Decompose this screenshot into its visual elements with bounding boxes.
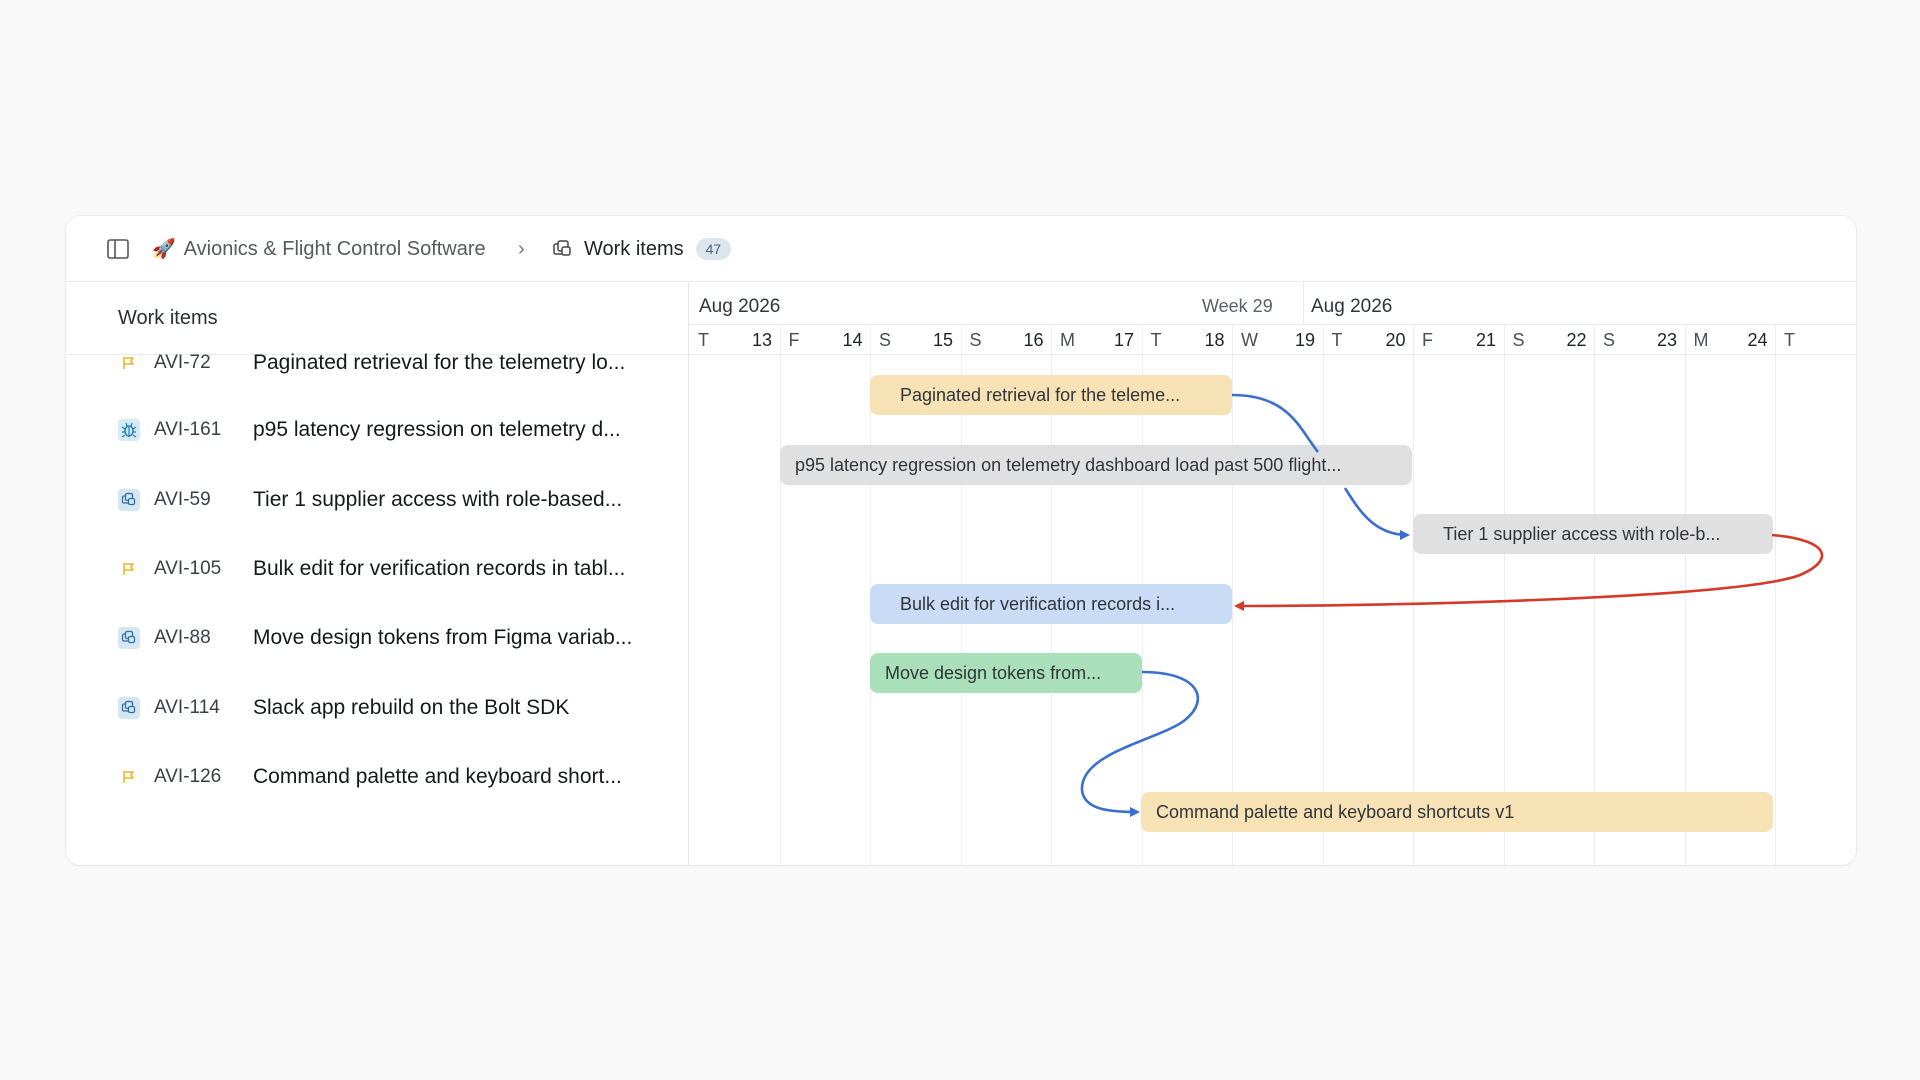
work-item-title: Tier 1 supplier access with role-based..… [253, 487, 623, 511]
day-number: 14 [842, 330, 863, 350]
work-item-title: Paginated retrieval for the telemetry lo… [253, 350, 626, 374]
work-item-id: AVI-59 [154, 488, 211, 510]
current-page-label: Work items [584, 237, 684, 260]
work-item-title: Move design tokens from Figma variab... [253, 625, 633, 649]
day-gridline [1322, 324, 1324, 865]
week-separator [1303, 282, 1304, 324]
day-gridline [1413, 324, 1414, 865]
day-letter: W [1241, 330, 1258, 350]
day-number: 20 [1385, 330, 1406, 350]
work-item-title: Bulk edit for verification records in ta… [253, 556, 626, 580]
day-number: 24 [1747, 330, 1768, 350]
day-gridline [1503, 324, 1505, 865]
work-item-row[interactable]: AVI-126 Command palette and keyboard shor… [66, 742, 688, 811]
work-item-id: AVI-72 [154, 351, 211, 373]
day-letter: T [1150, 330, 1162, 350]
work-item-title: Command palette and keyboard short... [253, 764, 622, 788]
gantt-bar[interactable]: p95 latency regression on telemetry dash… [780, 445, 1412, 485]
day-gridline [779, 324, 781, 865]
work-item-id: AVI-88 [154, 626, 211, 648]
work-item-title: Slack app rebuild on the Bolt SDK [253, 695, 570, 719]
breadcrumb-current[interactable]: Work items 47 [552, 216, 732, 282]
header-rule [689, 324, 1856, 325]
work-item-id: AVI-126 [154, 765, 222, 787]
gantt-bar[interactable]: Move design tokens from... [870, 653, 1142, 693]
gantt-bar[interactable]: Tier 1 supplier access with role-b... [1413, 514, 1773, 554]
layers-icon [118, 488, 140, 511]
day-number: 22 [1566, 330, 1587, 350]
day-letter: T [1784, 330, 1795, 350]
layers-icon [118, 696, 140, 719]
day-letter: F [788, 330, 800, 350]
gantt-bar[interactable]: Paginated retrieval for the teleme... [870, 375, 1232, 415]
day-letter: S [1512, 330, 1525, 350]
day-gridline [1232, 324, 1233, 865]
day-letter: M [1060, 330, 1075, 350]
day-number: 19 [1294, 330, 1315, 350]
day-number: 13 [751, 330, 772, 350]
day-number: 16 [1023, 330, 1044, 350]
day-gridline [1775, 324, 1776, 865]
flag-icon [118, 558, 140, 580]
day-number: 21 [1475, 330, 1496, 350]
header-rule [689, 354, 1856, 355]
day-gridline [1594, 324, 1595, 865]
gantt-card: 🚀 Avionics & Flight Control Software › W… [66, 216, 1856, 865]
work-item-id: AVI-114 [154, 696, 220, 718]
bug-icon [118, 418, 140, 441]
layers-icon [552, 239, 574, 259]
month-label-left: Aug 2026 [699, 296, 781, 317]
rocket-icon: 🚀 [152, 239, 176, 260]
day-letter: F [1422, 330, 1433, 350]
count-badge: 47 [695, 238, 732, 260]
day-letter: T [698, 330, 709, 350]
gantt-bar[interactable]: Command palette and keyboard shortcuts v… [1141, 792, 1773, 832]
layers-icon [118, 626, 140, 649]
month-label-right: Aug 2026 [1311, 296, 1393, 317]
day-number: 23 [1656, 330, 1677, 350]
day-number: 15 [932, 330, 953, 350]
work-item-title: p95 latency regression on telemetry d... [253, 417, 621, 441]
work-item-row[interactable]: AVI-105 Bulk edit for verification record… [66, 534, 688, 603]
list-header-label: Work items [118, 307, 218, 329]
work-item-row[interactable]: AVI-114 Slack app rebuild on the Bolt SDK [66, 673, 688, 742]
week-label: Week 29 [1202, 296, 1273, 316]
day-number: 18 [1204, 330, 1225, 350]
timeline: Aug 2026 Week 29 Aug 2026 T 13 F 14 S 15 S 16 M 1… [689, 282, 1856, 865]
top-bar: 🚀 Avionics & Flight Control Software › W… [66, 216, 1856, 282]
day-number: 17 [1113, 330, 1134, 350]
work-item-id: AVI-161 [154, 418, 222, 440]
flag-icon [118, 766, 140, 788]
gantt-bar[interactable]: Bulk edit for verification records i... [870, 584, 1232, 624]
day-gridline [1684, 324, 1686, 865]
day-letter: M [1693, 330, 1709, 350]
sidebar-toggle-icon[interactable] [106, 237, 130, 261]
work-item-row[interactable]: AVI-72 Paginated retrieval for the teleme… [66, 328, 688, 397]
breadcrumb-project[interactable]: 🚀 Avionics & Flight Control Software [152, 216, 486, 282]
work-item-id: AVI-105 [154, 557, 222, 579]
day-letter: S [1603, 330, 1616, 350]
project-name: Avionics & Flight Control Software [183, 237, 486, 260]
work-item-row[interactable]: AVI-59 Tier 1 supplier access with role-b… [66, 465, 688, 534]
day-letter: S [969, 330, 982, 350]
day-letter: T [1331, 330, 1343, 350]
flag-icon [118, 352, 140, 374]
chevron-right-icon: › [518, 237, 525, 260]
day-letter: S [879, 330, 892, 350]
work-item-row[interactable]: AVI-161 p95 latency regression on telemet… [66, 395, 688, 464]
work-item-row[interactable]: AVI-88 Move design tokens from Figma vari… [66, 603, 688, 672]
